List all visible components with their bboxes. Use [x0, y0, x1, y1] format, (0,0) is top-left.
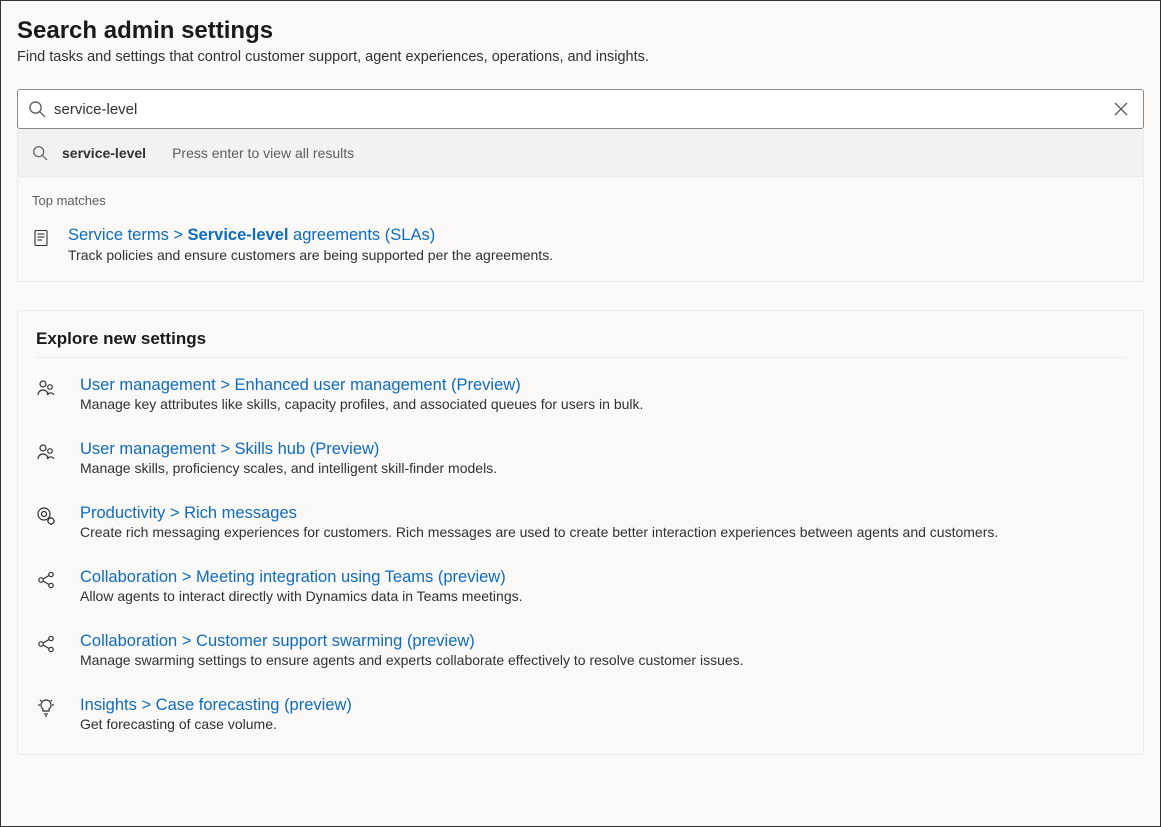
top-match-item[interactable]: Service terms > Service-level agreements…: [32, 226, 1129, 263]
close-icon: [1114, 102, 1128, 116]
explore-card: Explore new settings User management > E…: [17, 310, 1144, 755]
people-icon: [36, 378, 56, 398]
explore-item[interactable]: Collaboration > Customer support swarmin…: [36, 632, 1125, 668]
explore-item[interactable]: User management > Skills hub (Preview) M…: [36, 440, 1125, 476]
divider: [36, 357, 1125, 358]
page-subtitle: Find tasks and settings that control cus…: [17, 49, 1144, 65]
explore-link[interactable]: User management > Skills hub (Preview): [80, 440, 379, 458]
share-nodes-icon: [36, 634, 56, 654]
explore-link[interactable]: Insights > Case forecasting (preview): [80, 696, 352, 714]
search-icon: [28, 100, 46, 118]
top-matches-card: Top matches Service terms > Service-leve…: [17, 177, 1144, 282]
search-input[interactable]: [54, 101, 1109, 118]
target-gear-icon: [36, 506, 56, 526]
explore-desc: Allow agents to interact directly with D…: [80, 588, 523, 604]
top-matches-label: Top matches: [32, 193, 1129, 208]
people-icon: [36, 442, 56, 462]
explore-link[interactable]: Productivity > Rich messages: [80, 504, 297, 522]
explore-desc: Manage skills, proficiency scales, and i…: [80, 460, 497, 476]
explore-item[interactable]: Collaboration > Meeting integration usin…: [36, 568, 1125, 604]
document-icon: [32, 229, 50, 247]
breadcrumb-segment: Service terms: [68, 226, 169, 244]
breadcrumb-segment-bold: Service-level: [188, 226, 289, 244]
suggestion-hint: Press enter to view all results: [172, 145, 354, 161]
explore-item[interactable]: Insights > Case forecasting (preview) Ge…: [36, 696, 1125, 732]
explore-desc: Manage swarming settings to ensure agent…: [80, 652, 744, 668]
explore-link[interactable]: User management > Enhanced user manageme…: [80, 376, 521, 394]
explore-link[interactable]: Collaboration > Customer support swarmin…: [80, 632, 475, 650]
suggestion-bar[interactable]: service-level Press enter to view all re…: [17, 129, 1144, 177]
clear-search-button[interactable]: [1109, 97, 1133, 121]
explore-desc: Manage key attributes like skills, capac…: [80, 396, 643, 412]
explore-desc: Create rich messaging experiences for cu…: [80, 524, 998, 540]
share-nodes-icon: [36, 570, 56, 590]
explore-desc: Get forecasting of case volume.: [80, 716, 352, 732]
chevron-right-icon: >: [173, 226, 187, 244]
explore-title: Explore new settings: [36, 329, 1125, 349]
top-match-link[interactable]: Service terms > Service-level agreements…: [68, 226, 553, 245]
suggestion-term: service-level: [62, 145, 146, 161]
breadcrumb-segment: agreements (SLAs): [288, 226, 435, 244]
search-icon: [32, 145, 48, 161]
top-match-desc: Track policies and ensure customers are …: [68, 247, 553, 263]
explore-item[interactable]: User management > Enhanced user manageme…: [36, 376, 1125, 412]
search-box[interactable]: [17, 89, 1144, 129]
explore-link[interactable]: Collaboration > Meeting integration usin…: [80, 568, 506, 586]
page-title: Search admin settings: [17, 17, 1144, 45]
lightbulb-icon: [36, 698, 56, 718]
explore-item[interactable]: Productivity > Rich messages Create rich…: [36, 504, 1125, 540]
